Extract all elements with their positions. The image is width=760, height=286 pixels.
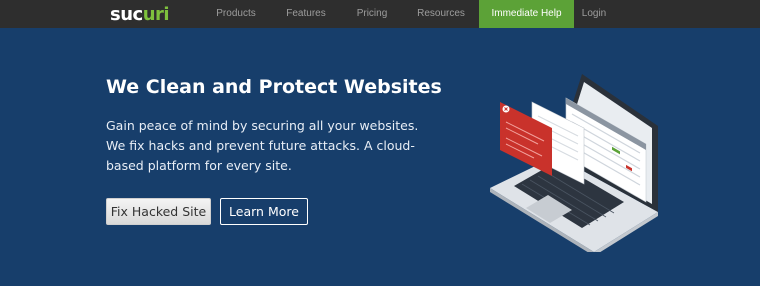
hero-title: We Clean and Protect Websites xyxy=(106,76,442,98)
hero-description-line: Gain peace of mind by securing all your … xyxy=(106,118,419,133)
hero-description-line: based platform for every site. xyxy=(106,158,292,173)
nav-immediate-help-button[interactable]: Immediate Help xyxy=(479,0,574,28)
hero-description-line: We fix hacks and prevent future attacks.… xyxy=(106,138,415,153)
fix-hacked-site-button[interactable]: Fix Hacked Site xyxy=(106,198,211,225)
nav-login[interactable]: Login xyxy=(577,0,611,28)
nav-products[interactable]: Products xyxy=(205,0,267,28)
laptop-dashboard-illustration xyxy=(490,74,658,252)
logo-text-accent: uri xyxy=(142,3,170,25)
nav-resources[interactable]: Resources xyxy=(411,0,471,28)
top-navbar: suc uri Products Features Pricing Resourc… xyxy=(0,0,760,28)
hero-description: Gain peace of mind by securing all your … xyxy=(106,116,419,176)
logo-text-main: suc xyxy=(110,3,143,25)
nav-pricing[interactable]: Pricing xyxy=(350,0,394,28)
sucuri-logo[interactable]: suc uri xyxy=(110,3,170,25)
learn-more-button[interactable]: Learn More xyxy=(220,198,308,225)
nav-features[interactable]: Features xyxy=(278,0,334,28)
